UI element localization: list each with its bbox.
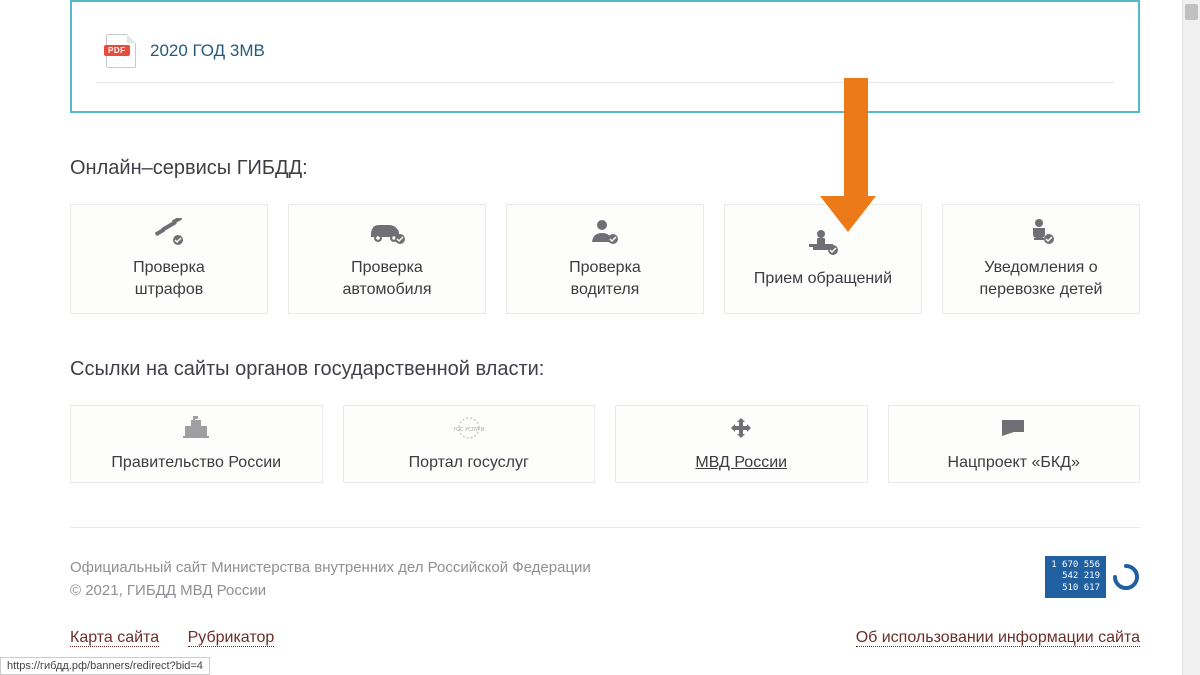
pdf-icon: PDF <box>106 34 136 68</box>
service-check-car[interactable]: Проверка автомобиля <box>288 204 486 314</box>
gov-links-section: Ссылки на сайты органов государственной … <box>70 358 1140 483</box>
gov-label: Нацпроект «БКД» <box>948 452 1080 474</box>
card-label-line2: водителя <box>571 281 640 298</box>
service-appeals[interactable]: Прием обращений <box>724 204 922 314</box>
gosuslugi-icon: ГОС УСЛУГИ <box>454 414 484 442</box>
card-label-line2: автомобиля <box>342 281 431 298</box>
footer-line-1: Официальный сайт Министерства внутренних… <box>70 556 591 579</box>
card-label-line1: Проверка <box>569 259 641 276</box>
card-label-line1: Прием обращений <box>754 270 892 287</box>
footer: Официальный сайт Министерства внутренних… <box>70 527 1140 647</box>
link-sitemap[interactable]: Карта сайта <box>70 629 159 647</box>
card-label-line1: Проверка <box>351 259 423 276</box>
gov-link-bkd[interactable]: Нацпроект «БКД» <box>888 405 1141 483</box>
car-icon <box>367 217 407 247</box>
card-label-line2: штрафов <box>135 281 204 298</box>
gov-label: Правительство России <box>111 452 281 474</box>
gov-link-government[interactable]: Правительство России <box>70 405 323 483</box>
child-seat-icon <box>1025 217 1057 247</box>
counter-logo-icon <box>1112 563 1140 591</box>
gov-title: Ссылки на сайты органов государственной … <box>70 358 1140 381</box>
bkd-flag-icon <box>998 414 1030 442</box>
browser-status-bar: https://гибдд.рф/banners/redirect?bid=4 <box>0 657 210 675</box>
building-icon <box>181 414 211 442</box>
gov-link-gosuslugi[interactable]: ГОС УСЛУГИ Портал госуслуг <box>343 405 596 483</box>
visitor-counter[interactable]: 1 670 556 542 219 510 617 <box>1045 556 1140 598</box>
gov-label: Портал госуслуг <box>409 452 529 474</box>
gov-link-mvd[interactable]: МВД России <box>615 405 868 483</box>
desk-person-icon <box>805 228 841 258</box>
online-services-section: Онлайн–сервисы ГИБДД: Проверка штрафов Пр… <box>70 157 1140 314</box>
gavel-icon <box>152 217 186 247</box>
vertical-scrollbar[interactable] <box>1182 0 1200 675</box>
footer-text: Официальный сайт Министерства внутренних… <box>70 556 591 603</box>
mvd-emblem-icon <box>726 414 756 442</box>
link-rubricator[interactable]: Рубрикатор <box>188 629 275 647</box>
service-children-transport[interactable]: Уведомления о перевозке детей <box>942 204 1140 314</box>
service-check-driver[interactable]: Проверка водителя <box>506 204 704 314</box>
document-row[interactable]: PDF 2020 ГОД 3МВ <box>96 12 1114 83</box>
card-label-line1: Уведомления о <box>984 259 1097 276</box>
scrollbar-thumb[interactable] <box>1185 4 1198 20</box>
document-box: PDF 2020 ГОД 3МВ <box>70 0 1140 113</box>
service-check-fines[interactable]: Проверка штрафов <box>70 204 268 314</box>
driver-icon <box>588 217 622 247</box>
counter-numbers: 1 670 556 542 219 510 617 <box>1045 556 1106 598</box>
footer-line-2: © 2021, ГИБДД МВД России <box>70 579 591 602</box>
svg-text:ГОС УСЛУГИ: ГОС УСЛУГИ <box>454 427 484 433</box>
link-usage-info[interactable]: Об использовании информации сайта <box>856 629 1140 647</box>
gov-label: МВД России <box>695 452 787 474</box>
card-label-line2: перевозке детей <box>980 281 1103 298</box>
card-label-line1: Проверка <box>133 259 205 276</box>
document-link[interactable]: 2020 ГОД 3МВ <box>150 41 265 61</box>
services-title: Онлайн–сервисы ГИБДД: <box>70 157 1140 180</box>
